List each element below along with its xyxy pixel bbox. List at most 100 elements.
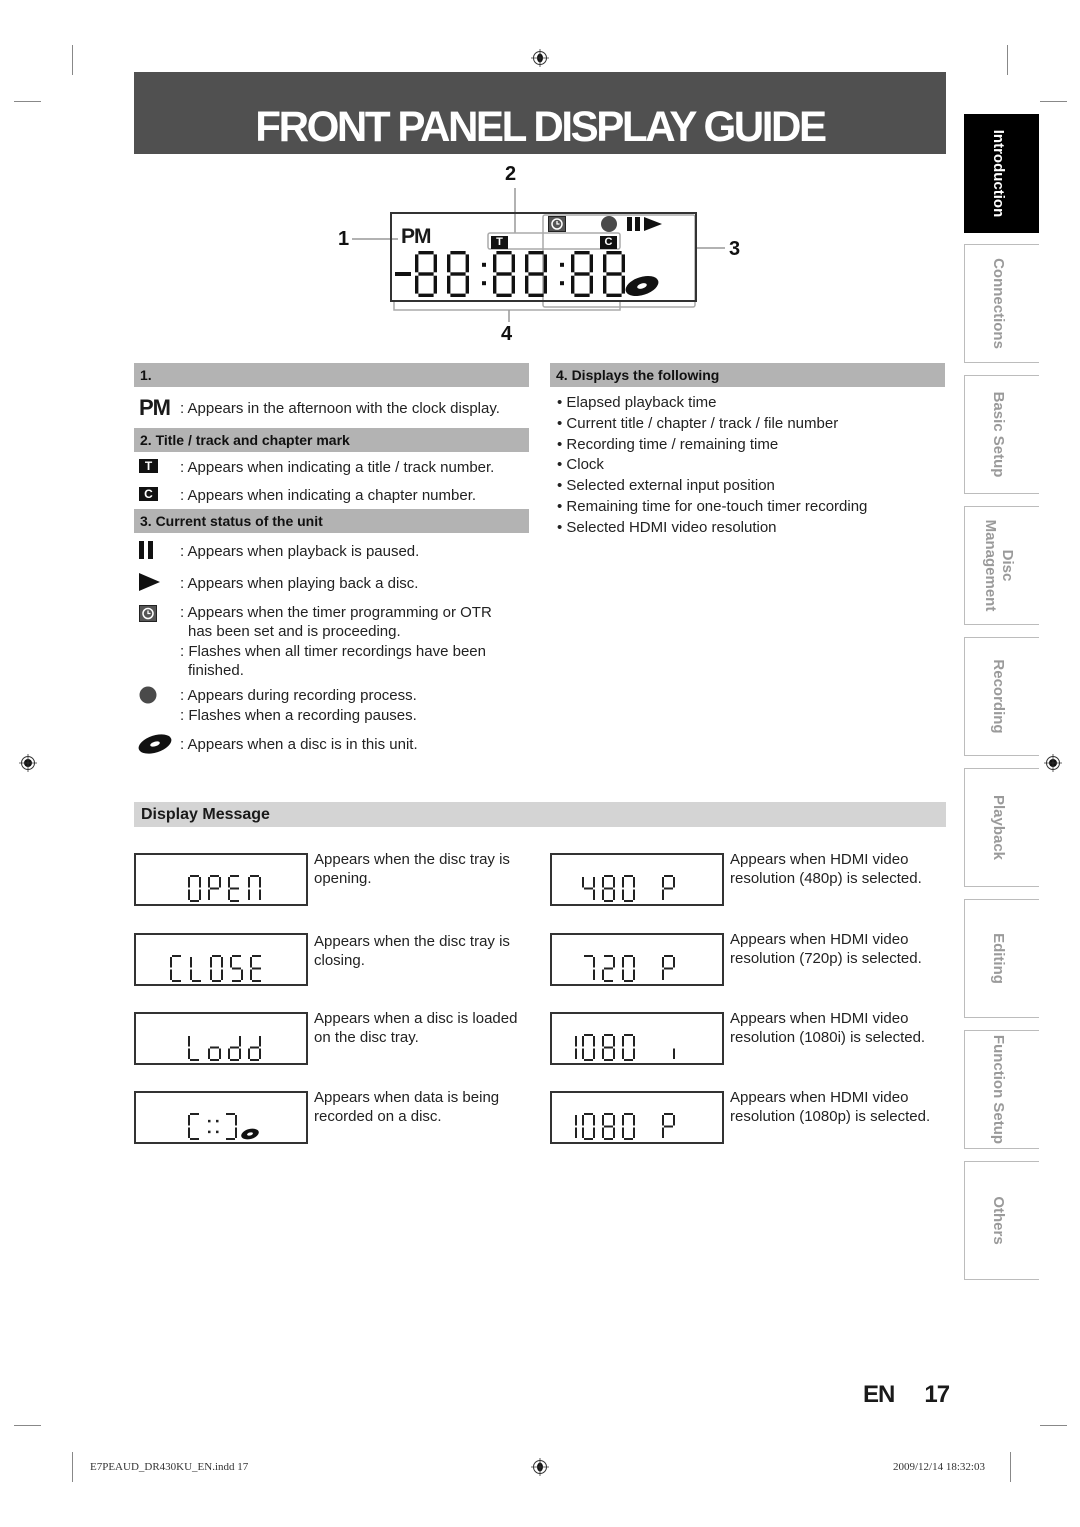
message-description: Appears when HDMI video resolution (1080i… (730, 1010, 945, 1047)
segment (252, 967, 261, 970)
segment (528, 272, 544, 276)
segment (433, 275, 437, 294)
segment (613, 1036, 615, 1047)
segment (259, 877, 261, 888)
pause-icon (139, 541, 153, 559)
side-tab-disc-management[interactable]: Disc Management (964, 506, 1039, 625)
segment (210, 1059, 219, 1061)
side-tab-editing[interactable]: Editing (964, 899, 1039, 1018)
segment (633, 957, 635, 968)
side-tab-playback[interactable]: Playback (964, 768, 1039, 887)
segment (252, 955, 261, 957)
message-description: Appears when a disc is loaded on the disc… (314, 1010, 529, 1047)
segment (190, 957, 192, 968)
segment (574, 251, 590, 255)
segment (633, 1048, 635, 1059)
segment (584, 955, 593, 957)
message-line: recorded on a disc. (314, 1107, 442, 1125)
segment (593, 1036, 595, 1047)
side-tab-connections[interactable]: Connections (964, 244, 1039, 363)
timer-icon (548, 216, 566, 232)
segment (633, 889, 635, 900)
segment (673, 957, 675, 968)
segment (465, 275, 469, 294)
tab-label: Recording (990, 659, 1008, 734)
segment (604, 1034, 613, 1036)
list-item: • Selected external input position (557, 477, 775, 494)
segment (624, 1138, 633, 1140)
segment-text (575, 1113, 675, 1140)
segment (574, 293, 590, 297)
segment (230, 1046, 239, 1049)
segment (604, 900, 613, 902)
crop-mark (72, 45, 73, 75)
segment (190, 969, 192, 980)
segment (574, 272, 590, 276)
timer-description-line-2: has been set and is proceeding. (188, 623, 401, 640)
list-item: • Selected HDMI video resolution (557, 519, 777, 536)
segment (593, 1115, 595, 1126)
message-description: Appears when HDMI video resolution (1080p… (730, 1089, 945, 1126)
colon-dot (560, 281, 564, 286)
message-line: resolution (1080p) is selected. (730, 1107, 931, 1125)
segment (210, 969, 212, 980)
segment (602, 889, 604, 900)
pause-play-icons (627, 217, 662, 231)
side-tab-others[interactable]: Others (964, 1161, 1039, 1280)
side-tab-function-setup[interactable]: Function Setup (964, 1030, 1039, 1149)
registration-mark-icon (1044, 754, 1062, 772)
segment (212, 955, 221, 957)
segment (593, 877, 595, 888)
side-tab-introduction[interactable]: Introduction (964, 114, 1039, 233)
segment (582, 1115, 584, 1126)
play-icon (644, 217, 662, 231)
tab-label: Disc (999, 549, 1016, 582)
page-number: EN 17 (863, 1381, 950, 1409)
segment (662, 969, 664, 980)
crop-mark (1040, 101, 1067, 102)
tab-label: Others (990, 1196, 1008, 1245)
segment (622, 1048, 624, 1059)
list-item: • Current title / chapter / track / file… (557, 415, 839, 432)
list-item: • Elapsed playback time (557, 394, 717, 411)
segment (582, 877, 584, 888)
side-tab-basic-setup[interactable]: Basic Setup (964, 375, 1039, 494)
segment (230, 1059, 239, 1061)
segment (593, 1048, 595, 1059)
message-description: Appears when the disc tray is closing. (314, 933, 529, 970)
segment (604, 887, 613, 890)
segment (633, 1036, 635, 1047)
segment (662, 877, 664, 888)
segment (575, 1115, 577, 1126)
segment (571, 254, 575, 273)
segment (604, 875, 613, 877)
segment (589, 254, 593, 273)
segment (188, 1036, 190, 1047)
segment (450, 251, 466, 255)
segment (624, 875, 633, 877)
crop-mark (14, 1425, 41, 1426)
segment (603, 254, 607, 273)
segment (584, 1138, 593, 1140)
side-tab-recording[interactable]: Recording (964, 637, 1039, 756)
segment (613, 1127, 615, 1138)
segment (190, 1113, 199, 1115)
chapter-mark-icon: C (139, 487, 158, 501)
segment (604, 1059, 613, 1061)
segment (528, 293, 544, 297)
segment (188, 1115, 190, 1126)
segment (622, 957, 624, 968)
segment (664, 955, 673, 957)
segment (259, 1036, 261, 1047)
segment (232, 967, 241, 970)
segment (575, 1127, 577, 1138)
segment (230, 887, 239, 890)
colon-dot (482, 281, 486, 286)
message-description: Appears when the disc tray is opening. (314, 851, 529, 888)
segment (208, 889, 210, 900)
crop-mark (72, 1452, 73, 1482)
segment (575, 1036, 577, 1047)
segment (248, 889, 250, 900)
segment (662, 1127, 664, 1138)
lcd-message-1080i (550, 1012, 724, 1065)
